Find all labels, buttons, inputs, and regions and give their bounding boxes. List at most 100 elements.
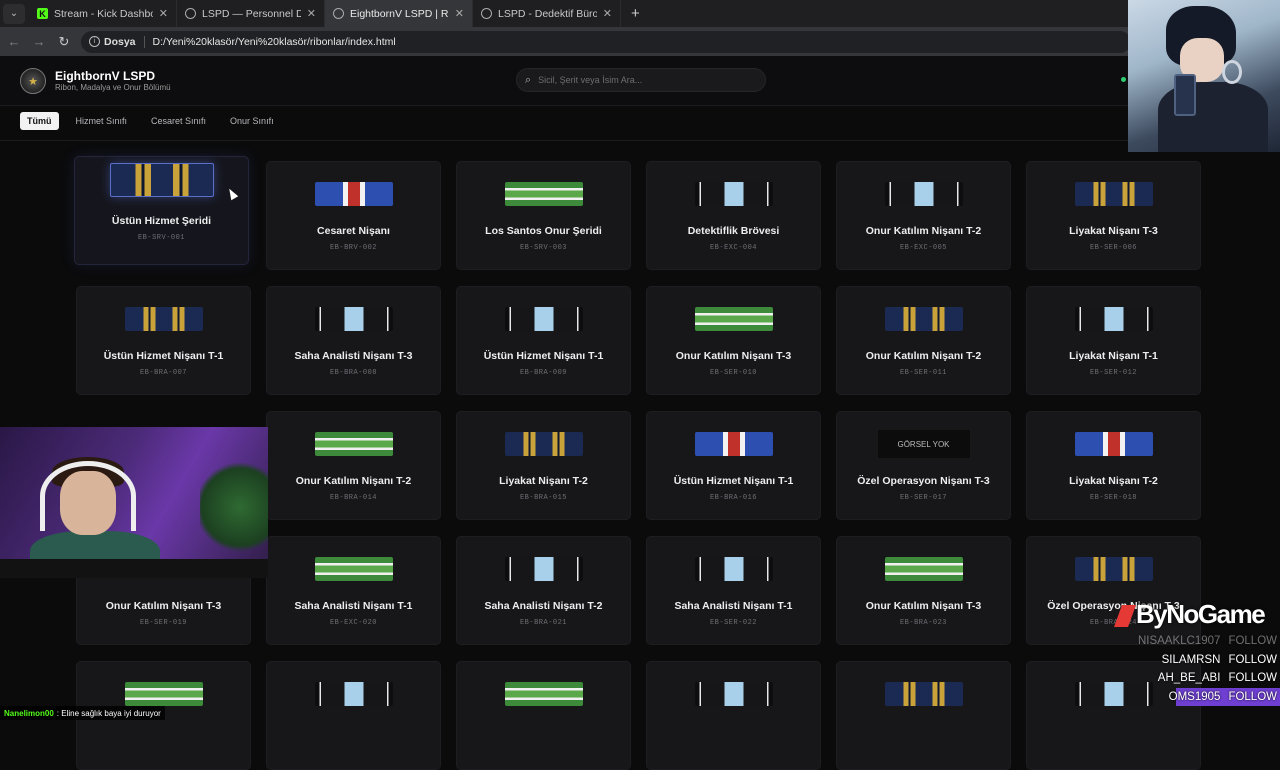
globe-icon xyxy=(481,8,492,19)
ribbon-name: Detektiflik Brövesi xyxy=(687,225,780,237)
tab-search-chevron-icon[interactable]: ⌄ xyxy=(3,3,25,24)
follow-alert-row: OMS1905 FOLLOW xyxy=(1169,687,1280,706)
bynogame-mark-icon xyxy=(1113,605,1137,628)
browser-tab-bar: ⌄ KStream - Kick Dashboard✕LSPD — Person… xyxy=(0,0,1280,27)
ribbon-name: Üstün Hizmet Şeridi xyxy=(111,215,212,227)
search-box[interactable]: ⌕ xyxy=(516,68,766,92)
ribbon-image xyxy=(1074,307,1153,331)
ribbon-code: EB-SER-011 xyxy=(899,369,947,377)
ribbon-image xyxy=(504,432,583,456)
ribbon-code: EB-SER-006 xyxy=(1089,244,1137,252)
ribbon-card[interactable]: Onur Katılım Nişanı T-2 EB-SER-011 xyxy=(836,286,1011,395)
chat-message: Nanelimon00 : Eline sağlık baya iyi duru… xyxy=(0,706,165,720)
ribbon-card[interactable] xyxy=(646,661,821,770)
ribbon-image xyxy=(694,682,773,706)
ribbon-code: EB-SRV-001 xyxy=(137,234,185,242)
browser-tab[interactable]: LSPD — Personnel Database ✕ xyxy=(177,0,325,27)
follow-label: FOLLOW xyxy=(1228,672,1277,685)
ribbon-image xyxy=(694,432,773,456)
address-bar[interactable]: i Dosya D:/Yeni%20klasör/Yeni%20klasör/r… xyxy=(81,30,1131,53)
ribbon-name: Üstün Hizmet Nişanı T-1 xyxy=(103,350,224,362)
ribbon-card[interactable]: Liyakat Nişanı T-3 EB-SER-006 xyxy=(1026,161,1201,270)
ribbon-card[interactable] xyxy=(266,661,441,770)
globe-icon xyxy=(333,8,344,19)
ribbon-card[interactable]: Saha Analisti Nişanı T-3 EB-BRA-008 xyxy=(266,286,441,395)
ribbon-name: Saha Analisti Nişanı T-1 xyxy=(294,600,413,612)
browser-tab[interactable]: K Stream - Kick Dashboard ✕ xyxy=(29,0,177,27)
ribbon-card[interactable]: Liyakat Nişanı T-1 EB-SER-012 xyxy=(1026,286,1201,395)
new-tab-plus-icon[interactable]: + xyxy=(621,5,650,22)
address-url[interactable]: D:/Yeni%20klasör/Yeni%20klasör/ribonlar/… xyxy=(153,36,396,48)
ribbon-name: Cesaret Nişanı xyxy=(317,225,390,237)
ribbon-card[interactable]: Onur Katılım Nişanı T-3 EB-BRA-023 xyxy=(836,536,1011,645)
search-input[interactable] xyxy=(538,75,739,85)
ribbon-code: EB-BRA-015 xyxy=(519,494,567,502)
globe-icon xyxy=(185,8,196,19)
close-tab-icon[interactable]: ✕ xyxy=(455,7,464,20)
chat-username: Nanelimon00 xyxy=(4,708,54,718)
bynogame-logo: ByNoGame xyxy=(1113,599,1266,630)
search-icon: ⌕ xyxy=(525,73,532,86)
ribbon-code: EB-BRA-023 xyxy=(899,619,947,627)
ribbon-code: EB-SER-017 xyxy=(899,494,947,502)
ribbon-card[interactable]: Los Santos Onur Şeridi EB-SRV-003 xyxy=(456,161,631,270)
ribbon-card[interactable]: Saha Analisti Nişanı T-1 EB-SER-022 xyxy=(646,536,821,645)
header-divider xyxy=(0,140,1280,141)
browser-toolbar: ← → ↻ i Dosya D:/Yeni%20klasör/Yeni%20kl… xyxy=(0,27,1280,56)
ribbon-card[interactable]: Saha Analisti Nişanı T-2 EB-BRA-021 xyxy=(456,536,631,645)
ribbon-code: EB-BRA-021 xyxy=(519,619,567,627)
ribbon-card[interactable]: Üstün Hizmet Nişanı T-1 EB-BRA-016 xyxy=(646,411,821,520)
close-tab-icon[interactable]: ✕ xyxy=(159,7,168,20)
close-tab-icon[interactable]: ✕ xyxy=(603,7,612,20)
ribbon-card[interactable]: Üstün Hizmet Şeridi EB-SRV-001 xyxy=(74,156,249,265)
streamer-avatar-cam xyxy=(1128,0,1280,152)
filter-tab[interactable]: Cesaret Sınıfı xyxy=(144,112,213,130)
forward-arrow-icon[interactable]: → xyxy=(28,31,50,53)
follow-label: FOLLOW xyxy=(1228,690,1277,703)
filter-tab[interactable]: Tümü xyxy=(20,112,59,130)
info-icon[interactable]: i xyxy=(89,36,100,47)
ribbon-name: Saha Analisti Nişanı T-2 xyxy=(484,600,603,612)
browser-tab[interactable]: EightbornV LSPD | Ribon, Mada… ✕ xyxy=(325,0,473,27)
ribbon-image xyxy=(314,432,393,456)
follower-name: NISAAKLC1907 xyxy=(1137,635,1221,648)
ribbon-image xyxy=(504,182,583,206)
ribbon-name: Onur Katılım Nişanı T-3 xyxy=(105,600,222,612)
ribbon-image xyxy=(109,163,214,197)
ribbon-image-placeholder: GÖRSEL YOK xyxy=(877,430,970,458)
ribbon-image xyxy=(314,307,393,331)
ribbon-name: Liyakat Nişanı T-2 xyxy=(1069,475,1158,487)
tab-title: LSPD - Dedektif Büro Yönetim P… xyxy=(498,7,597,20)
browser-tab[interactable]: LSPD - Dedektif Büro Yönetim P… ✕ xyxy=(473,0,621,27)
back-arrow-icon[interactable]: ← xyxy=(3,31,25,53)
ribbon-card[interactable] xyxy=(836,661,1011,770)
tab-list: KStream - Kick Dashboard✕LSPD — Personne… xyxy=(29,0,621,27)
ribbon-image xyxy=(1074,432,1153,456)
ribbon-card[interactable]: Detektiflik Brövesi EB-EXC-004 xyxy=(646,161,821,270)
ribbon-card[interactable]: Onur Katılım Nişanı T-2 EB-EXC-005 xyxy=(836,161,1011,270)
ribbon-card[interactable]: Liyakat Nişanı T-2 EB-SER-018 xyxy=(1026,411,1201,520)
ribbon-code: EB-SER-012 xyxy=(1089,369,1137,377)
ribbon-image xyxy=(884,682,963,706)
close-tab-icon[interactable]: ✕ xyxy=(307,7,316,20)
filter-tab[interactable]: Onur Sınıfı xyxy=(223,112,281,130)
ribbon-card[interactable]: Saha Analisti Nişanı T-1 EB-EXC-020 xyxy=(266,536,441,645)
reload-icon[interactable]: ↻ xyxy=(53,31,75,53)
ribbon-card[interactable]: GÖRSEL YOK Özel Operasyon Nişanı T-3 EB-SE… xyxy=(836,411,1011,520)
ribbon-card[interactable]: Onur Katılım Nişanı T-2 EB-BRA-014 xyxy=(266,411,441,520)
ribbon-name: Onur Katılım Nişanı T-3 xyxy=(865,600,982,612)
ribbon-image xyxy=(884,182,963,206)
ribbon-card[interactable]: Üstün Hizmet Nişanı T-1 EB-BRA-009 xyxy=(456,286,631,395)
ribbon-name: Onur Katılım Nişanı T-2 xyxy=(865,225,982,237)
ribbon-image xyxy=(504,557,583,581)
ribbon-card[interactable] xyxy=(456,661,631,770)
tab-title: EightbornV LSPD | Ribon, Mada… xyxy=(350,7,449,20)
tab-title: Stream - Kick Dashboard xyxy=(54,7,153,20)
ribbon-card[interactable]: Üstün Hizmet Nişanı T-1 EB-BRA-007 xyxy=(76,286,251,395)
ribbon-card[interactable]: Liyakat Nişanı T-2 EB-BRA-015 xyxy=(456,411,631,520)
ribbon-code: EB-BRA-007 xyxy=(139,369,187,377)
filter-tab[interactable]: Hizmet Sınıfı xyxy=(69,112,135,130)
ribbon-card[interactable]: Cesaret Nişanı EB-BRV-002 xyxy=(266,161,441,270)
ribbon-image xyxy=(884,557,963,581)
ribbon-card[interactable]: Onur Katılım Nişanı T-3 EB-SER-010 xyxy=(646,286,821,395)
